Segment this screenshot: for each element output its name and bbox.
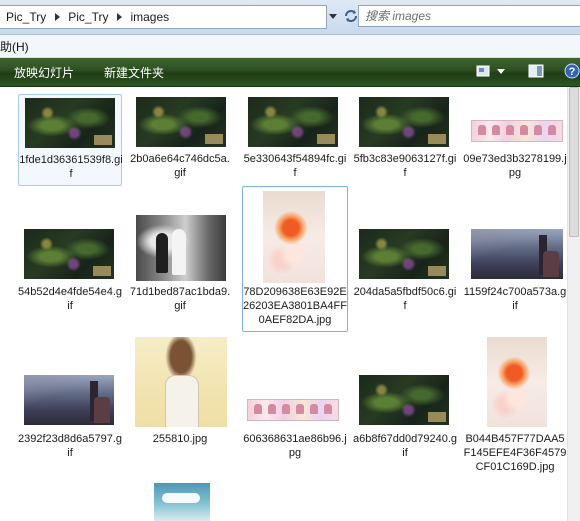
address-bar: Pic_Try Pic_Try images 搜索 images (0, 0, 580, 35)
image-thumbnail (247, 399, 339, 421)
image-thumbnail (471, 229, 563, 279)
file-item[interactable] (128, 483, 232, 521)
file-item[interactable]: 09e73ed3b3278199.jpg (463, 94, 567, 186)
image-thumbnail (24, 229, 114, 279)
file-name: 54b52d4e4fde54e4.gif (18, 286, 122, 312)
file-name: 1fde1d36361539f8.gif (19, 154, 123, 180)
file-item[interactable]: 2392f23d8d6a5797.gif (18, 337, 122, 459)
image-thumbnail (359, 97, 449, 147)
image-thumbnail (135, 337, 227, 427)
file-name: 78D209638E63E92E26203EA3801BA4FF0AEF82DA… (243, 286, 347, 326)
image-thumbnail (263, 191, 325, 283)
menu-bar: 助(H) (0, 35, 580, 58)
views-dropdown-icon[interactable] (497, 69, 505, 74)
image-thumbnail (487, 337, 547, 427)
scrollbar-thumb[interactable] (569, 87, 579, 237)
search-input[interactable]: 搜索 images (358, 5, 580, 27)
breadcrumb[interactable]: Pic_Try Pic_Try images (0, 5, 327, 29)
image-thumbnail (25, 98, 115, 148)
file-name: a6b8f67dd0d79240.gif (353, 433, 457, 459)
file-item[interactable]: 1fde1d36361539f8.gif (18, 94, 123, 186)
image-thumbnail (359, 229, 449, 279)
file-list: 1fde1d36361539f8.gif 2b0a6e64c746dc5a.gi… (0, 87, 580, 521)
file-name: 09e73ed3b3278199.jpg (463, 153, 567, 179)
file-name: B044B457F77DAA5F145EFE4F36F4579CF01C169D… (463, 433, 567, 473)
image-thumbnail (136, 97, 226, 147)
file-item[interactable]: 1159f24c700a573a.gif (463, 215, 567, 312)
file-item[interactable]: 2b0a6e64c746dc5a.gif (128, 94, 232, 186)
preview-pane-icon[interactable] (528, 64, 544, 81)
image-thumbnail (359, 375, 449, 425)
file-item[interactable]: 54b52d4e4fde54e4.gif (18, 215, 122, 312)
file-name: 255810.jpg (152, 433, 208, 445)
image-thumbnail (154, 483, 210, 521)
slideshow-button[interactable]: 放映幻灯片 (14, 64, 74, 81)
image-thumbnail (136, 215, 226, 281)
image-thumbnail (471, 120, 563, 142)
file-item[interactable]: 606368631ae86b96.jpg (243, 337, 347, 459)
file-name: 204da5a5fbdf50c6.gif (353, 286, 457, 312)
menu-help[interactable]: 助(H) (0, 38, 29, 55)
file-item[interactable]: 255810.jpg (128, 337, 232, 445)
chevron-right-icon[interactable] (52, 6, 62, 28)
file-item[interactable]: 71d1bed87ac1bda9.gif (128, 215, 232, 312)
file-item[interactable]: 5fb3c83e9063127f.gif (353, 94, 457, 186)
file-item[interactable]: 5e330643f54894fc.gif (243, 94, 347, 186)
command-toolbar: 放映幻灯片 新建文件夹 ? (0, 58, 580, 87)
file-item[interactable]: 204da5a5fbdf50c6.gif (353, 215, 457, 312)
file-item[interactable]: B044B457F77DAA5F145EFE4F36F4579CF01C169D… (463, 337, 567, 477)
new-folder-button[interactable]: 新建文件夹 (104, 64, 164, 81)
chevron-right-icon[interactable] (114, 6, 124, 28)
breadcrumb-item[interactable]: images (124, 10, 175, 24)
file-name: 1159f24c700a573a.gif (463, 286, 567, 312)
image-thumbnail (248, 97, 338, 147)
views-icon[interactable] (476, 64, 490, 81)
file-name: 5e330643f54894fc.gif (243, 153, 347, 179)
file-name: 2392f23d8d6a5797.gif (18, 433, 122, 459)
file-item[interactable]: a6b8f67dd0d79240.gif (353, 337, 457, 459)
image-thumbnail (24, 375, 114, 425)
breadcrumb-item[interactable]: Pic_Try (62, 10, 114, 24)
svg-text:?: ? (569, 66, 576, 78)
file-name: 2b0a6e64c746dc5a.gif (130, 153, 230, 179)
file-name: 5fb3c83e9063127f.gif (353, 153, 457, 179)
file-name: 71d1bed87ac1bda9.gif (129, 286, 231, 312)
breadcrumb-item[interactable]: Pic_Try (0, 10, 52, 24)
help-icon[interactable]: ? (564, 63, 580, 82)
vertical-scrollbar[interactable] (567, 87, 580, 521)
address-dropdown-icon[interactable] (326, 5, 340, 27)
file-item[interactable]: 78D209638E63E92E26203EA3801BA4FF0AEF82DA… (242, 186, 348, 332)
file-name: 606368631ae86b96.jpg (243, 433, 347, 459)
